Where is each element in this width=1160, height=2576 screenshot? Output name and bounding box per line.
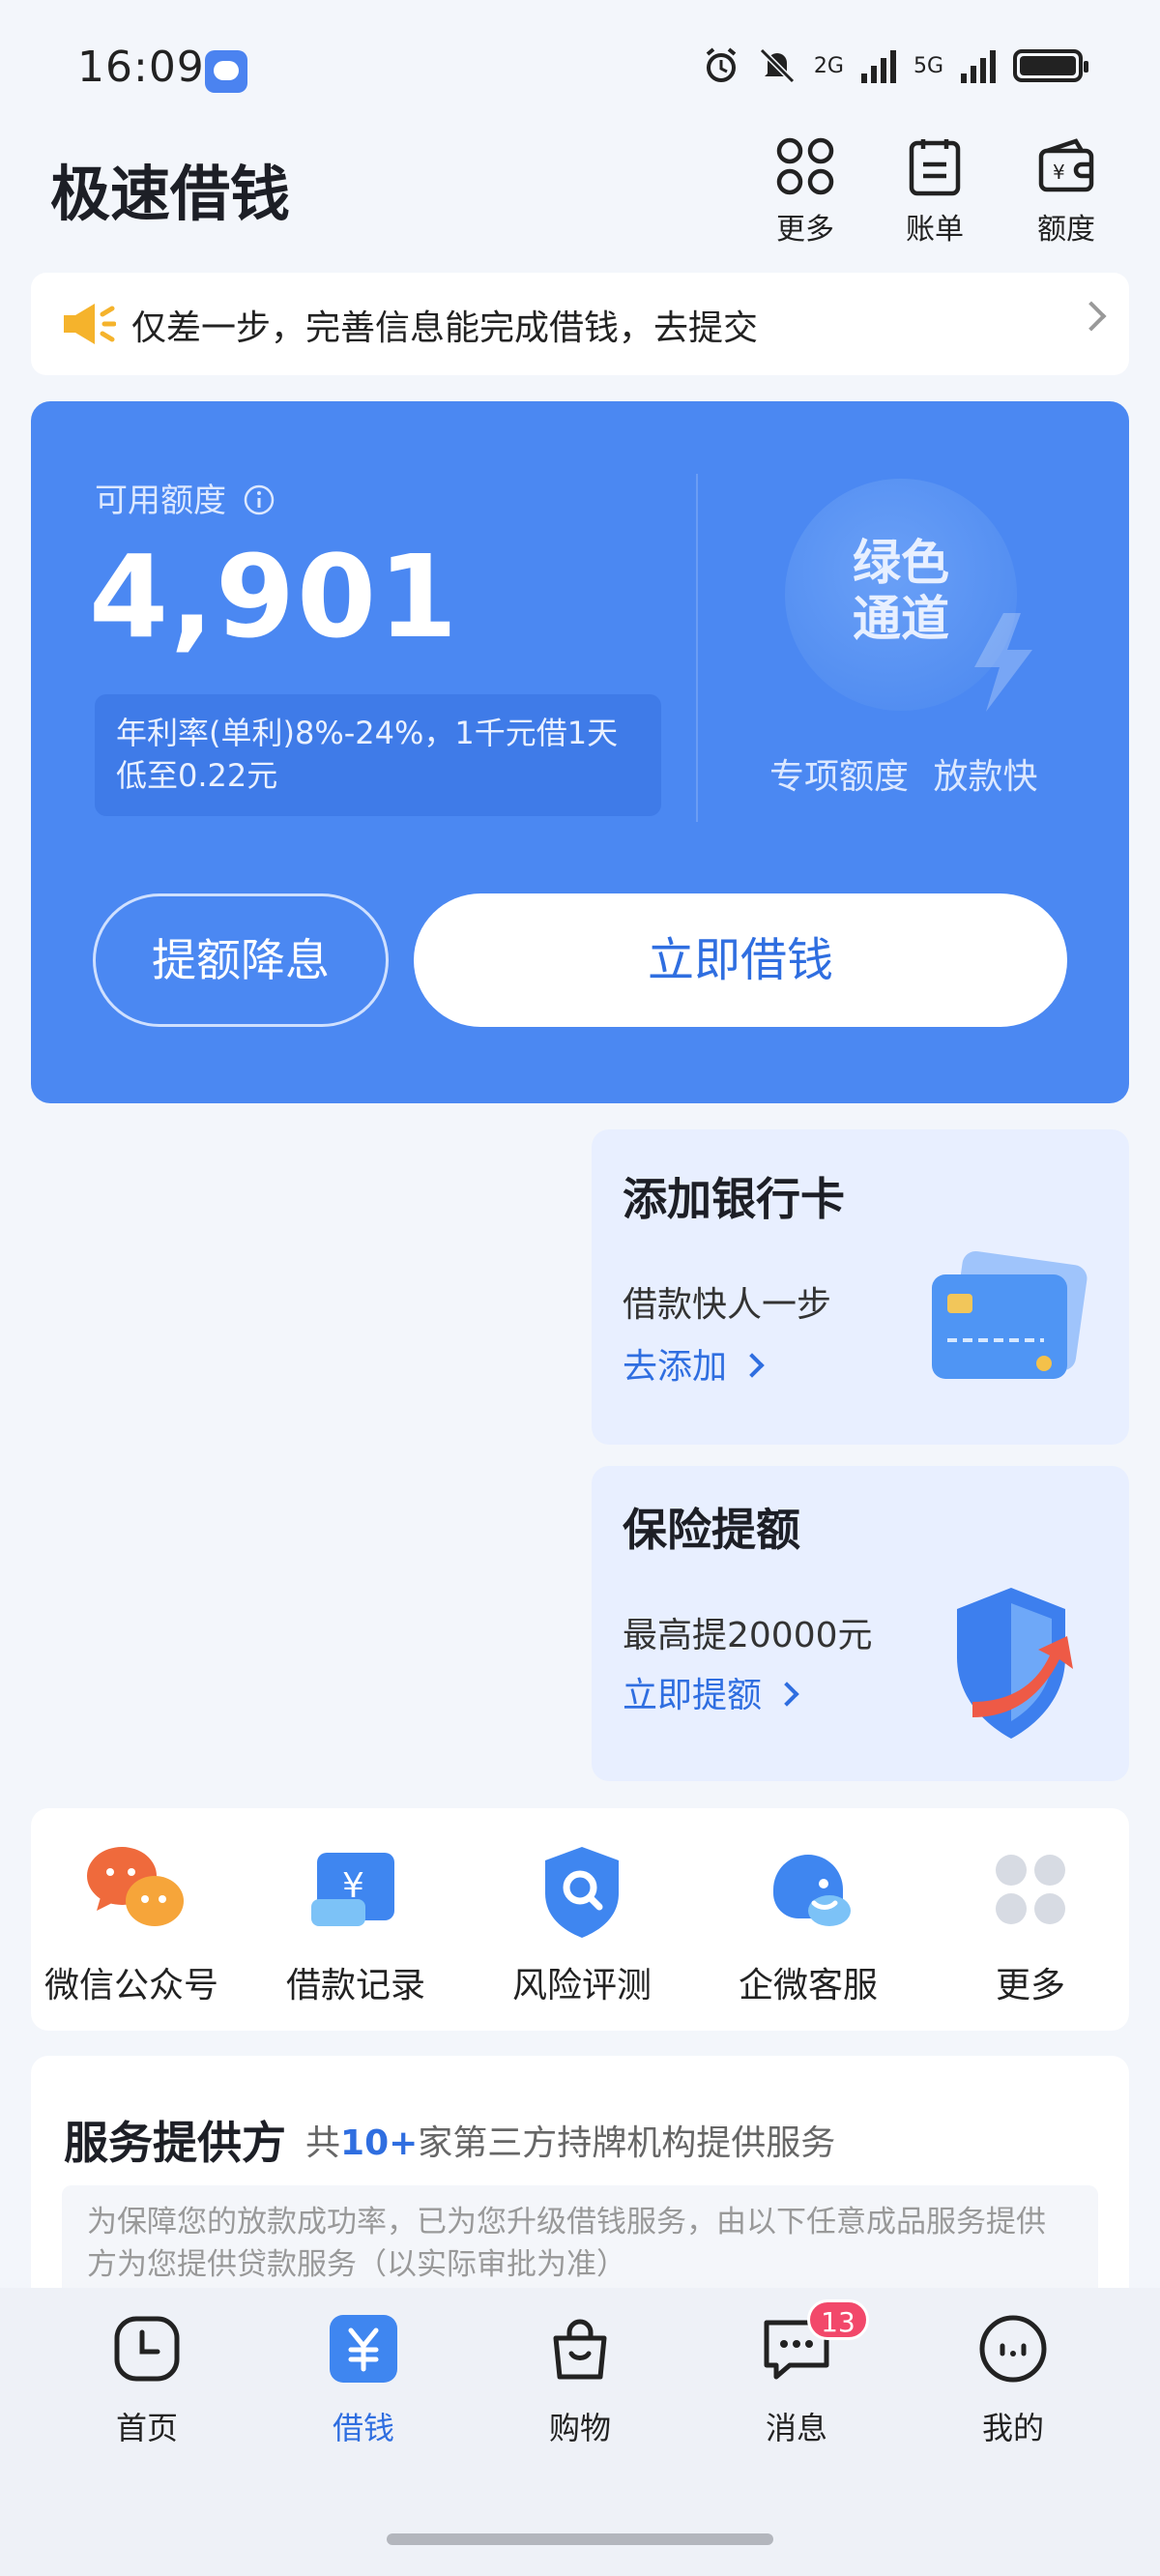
promo-insurance-title: 保险提额 <box>623 1504 800 1556</box>
header-bill-label: 账单 <box>906 213 964 247</box>
shield-icon <box>957 1588 1073 1739</box>
message-badge: 13 <box>807 2299 869 2340</box>
mute-icon <box>759 47 796 84</box>
promo-bank-title: 添加银行卡 <box>623 1173 845 1225</box>
notice-text: 仅差一步，完善信息能完成借钱，去提交 <box>131 308 759 348</box>
tab-home[interactable]: 首页 <box>70 2313 224 2448</box>
card-divider <box>696 474 698 822</box>
header-bill-button[interactable]: 账单 <box>882 135 988 248</box>
tab-messages[interactable]: 13 消息 <box>719 2299 874 2448</box>
bank-card-icon <box>932 1250 1088 1379</box>
promo-insurance-link-text: 立即提额 <box>623 1676 763 1715</box>
wechat-icon <box>83 1841 184 1938</box>
bill-icon <box>904 135 966 197</box>
tab-borrow[interactable]: 借钱 <box>286 2313 441 2448</box>
quota-label-text: 可用额度 <box>95 482 226 520</box>
quick-customer-service[interactable]: 企微客服 <box>711 1841 905 2007</box>
borrow-now-button[interactable]: 立即借钱 <box>414 893 1067 1027</box>
tab-shopping-label: 购物 <box>548 2410 611 2446</box>
raise-limit-button[interactable]: 提额降息 <box>93 893 389 1027</box>
svc-sub-suffix: 家第三方持牌机构提供服务 <box>418 2123 836 2163</box>
promo-insurance-link[interactable]: 立即提额 <box>623 1667 800 1717</box>
svg-text:¥: ¥ <box>342 1866 364 1906</box>
loan-record-icon: ¥ <box>307 1841 404 1938</box>
chevron-right-icon <box>774 1682 800 1707</box>
wallet-icon: ¥ <box>1035 135 1097 197</box>
quick-loan-record-label: 借款记录 <box>285 1966 425 2005</box>
quick-customer-service-label: 企微客服 <box>738 1966 878 2005</box>
quick-wechat-label: 微信公众号 <box>44 1966 218 2005</box>
speaker-icon <box>64 304 116 344</box>
tab-shopping[interactable]: 购物 <box>503 2313 657 2448</box>
quick-loan-record[interactable]: ¥ 借款记录 <box>259 1841 452 2007</box>
header-quota-button[interactable]: ¥ 额度 <box>1013 135 1119 248</box>
info-icon[interactable] <box>243 483 276 516</box>
yuan-icon <box>328 2313 399 2385</box>
quick-risk-test-label: 风险评测 <box>511 1966 652 2005</box>
tab-profile[interactable]: 我的 <box>936 2313 1090 2448</box>
svg-text:¥: ¥ <box>1053 161 1065 184</box>
quota-label: 可用额度 <box>95 474 276 521</box>
service-icon <box>760 1841 856 1938</box>
quick-more-label: 更多 <box>995 1966 1065 2005</box>
more-dots-icon <box>982 1841 1079 1938</box>
grid-icon <box>774 135 836 197</box>
header-more-label: 更多 <box>776 213 834 247</box>
tab-messages-label: 消息 <box>765 2410 827 2446</box>
lightning-icon <box>974 613 1032 712</box>
svc-sub-prefix: 共 <box>305 2123 341 2163</box>
promo-bank-link-text: 去添加 <box>623 1347 728 1387</box>
service-provider-title: 服务提供方 <box>64 2117 286 2169</box>
page-title: 极速借钱 <box>50 159 291 229</box>
promo-bank-desc: 借款快人一步 <box>623 1285 832 1325</box>
message-notification-icon <box>205 50 247 93</box>
promo-bank-link[interactable]: 去添加 <box>623 1338 766 1389</box>
home-indicator[interactable] <box>387 2533 773 2545</box>
signal-icon <box>961 48 996 83</box>
quick-risk-test[interactable]: 风险评测 <box>485 1841 679 2007</box>
header-more-button[interactable]: 更多 <box>752 135 858 248</box>
signal-icon <box>860 48 896 83</box>
bag-icon <box>544 2313 616 2385</box>
chevron-right-icon <box>740 1353 766 1378</box>
tab-home-label: 首页 <box>115 2410 178 2446</box>
status-icons: 2G 5G <box>702 46 1088 85</box>
status-time: 16:09 <box>77 43 205 92</box>
quota-amount: 4,901 <box>89 530 460 663</box>
battery-icon <box>1013 49 1088 82</box>
profile-icon <box>977 2313 1049 2385</box>
message-icon: 13 <box>761 2299 869 2385</box>
green-channel-text: 绿色通道 <box>853 535 949 647</box>
tab-borrow-label: 借钱 <box>332 2410 394 2446</box>
network-2g: 2G <box>813 53 844 78</box>
network-5g: 5G <box>913 53 943 78</box>
card-subtitle: 专项额度 放款快 <box>769 757 1038 797</box>
rate-text: 年利率(单利)8%-24%，1千元借1天低至0.22元 <box>116 715 619 794</box>
svc-sub-count: 10+ <box>340 2123 419 2163</box>
quick-wechat[interactable]: 微信公众号 <box>35 1841 228 2007</box>
clock-home-icon <box>111 2313 183 2385</box>
service-provider-subtitle: 共10+家第三方持牌机构提供服务 <box>305 2115 835 2165</box>
service-provider-note: 为保障您的放款成功率，已为您升级借钱服务，由以下任意成品服务提供方为您提供贷款服… <box>87 2205 1046 2282</box>
quick-more[interactable]: 更多 <box>934 1841 1127 2007</box>
tab-profile-label: 我的 <box>981 2410 1044 2446</box>
risk-search-icon <box>534 1841 630 1938</box>
alarm-icon <box>706 47 737 82</box>
header-quota-label: 额度 <box>1037 213 1095 247</box>
promo-insurance-desc: 最高提20000元 <box>623 1616 873 1655</box>
